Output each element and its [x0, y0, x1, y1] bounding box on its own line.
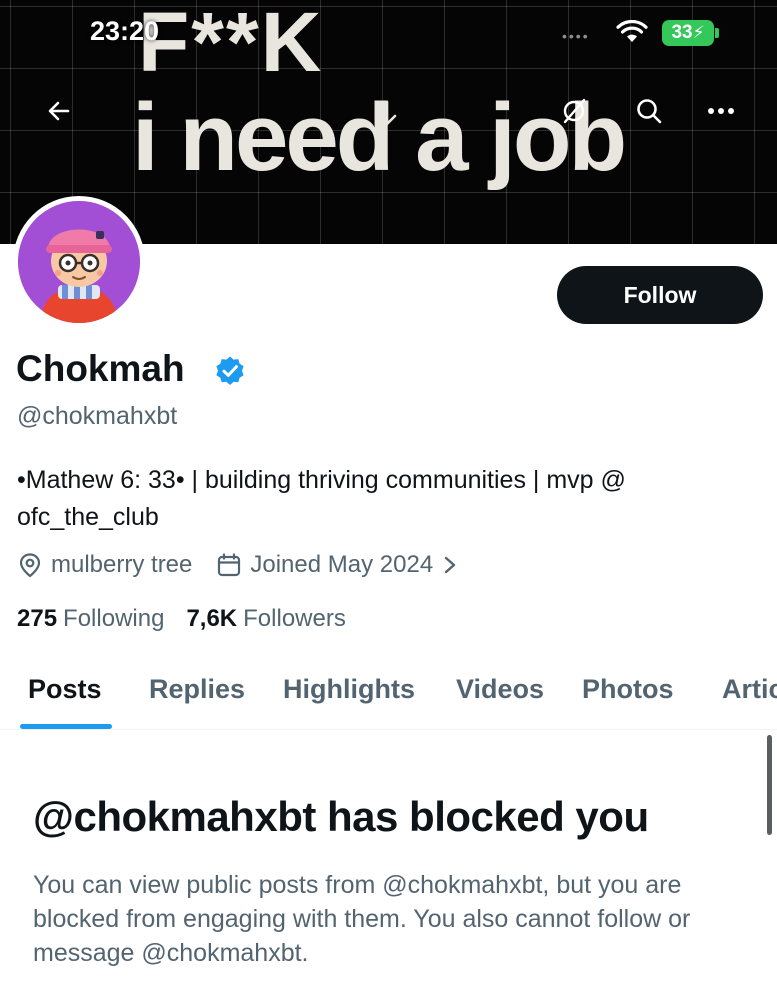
- followers-link[interactable]: 7,6K Followers: [186, 605, 345, 633]
- tab-videos[interactable]: Videos: [456, 674, 544, 705]
- avatar-illustration: [18, 201, 140, 323]
- more-horizontal-icon: [708, 108, 734, 114]
- user-handle: @chokmahxbt: [17, 402, 178, 430]
- tab-replies[interactable]: Replies: [149, 674, 245, 705]
- tab-posts[interactable]: Posts: [28, 674, 102, 705]
- search-icon: [637, 99, 662, 124]
- avatar-image: [18, 201, 140, 323]
- battery-level: 33: [671, 22, 693, 43]
- joined-date[interactable]: Joined May 2024: [250, 551, 433, 579]
- wifi-icon: [616, 20, 648, 42]
- banner-text-line1: F**K: [138, 0, 324, 89]
- calendar-icon: [218, 553, 241, 577]
- hide-icon[interactable]: [560, 96, 590, 126]
- battery-cap: [715, 28, 719, 38]
- status-time: 23:20: [90, 16, 160, 46]
- avatar[interactable]: [13, 196, 145, 328]
- back-button[interactable]: [32, 84, 86, 138]
- battery-indicator: 33 ⚡︎: [662, 20, 714, 46]
- chevron-right-icon[interactable]: [441, 554, 459, 576]
- followers-count: 7,6K: [186, 605, 238, 632]
- following-link[interactable]: 275 Following: [17, 605, 164, 633]
- arrow-down-icon: [377, 100, 397, 126]
- follow-stats: 275 Following 7,6K Followers: [17, 605, 368, 633]
- search-button[interactable]: [622, 84, 676, 138]
- more-button[interactable]: [694, 84, 748, 138]
- location-text: mulberry tree: [51, 551, 193, 578]
- following-label: Following: [63, 605, 165, 632]
- tab-photos[interactable]: Photos: [582, 674, 674, 705]
- location-pin-icon: [19, 553, 41, 578]
- tab-highlights[interactable]: Highlights: [283, 674, 415, 705]
- followers-label: Followers: [243, 605, 346, 632]
- following-count: 275: [17, 605, 58, 632]
- tab-articles[interactable]: Articles: [722, 674, 777, 705]
- profile-tabs: Posts Replies Highlights Videos Photos A…: [0, 662, 777, 730]
- blocked-message: You can view public posts from @chokmahx…: [33, 871, 691, 967]
- profile-page: F**K i need a job 23:20 •••• 33 ⚡︎ Follo…: [0, 0, 777, 987]
- display-name: Chokmah: [16, 348, 185, 389]
- scrollbar[interactable]: [767, 735, 772, 835]
- follow-button[interactable]: Follow: [557, 266, 763, 324]
- verified-badge-icon[interactable]: [214, 355, 246, 387]
- signal-icon: ••••: [562, 28, 590, 44]
- blocked-title: @chokmahxbt has blocked you: [33, 793, 649, 840]
- arrow-left-icon: [48, 101, 70, 121]
- tabs-divider: [0, 729, 777, 730]
- profile-bio: •Mathew 6: 33• | building thriving commu…: [17, 466, 626, 531]
- profile-meta: mulberry tree Joined May 2024: [17, 551, 459, 579]
